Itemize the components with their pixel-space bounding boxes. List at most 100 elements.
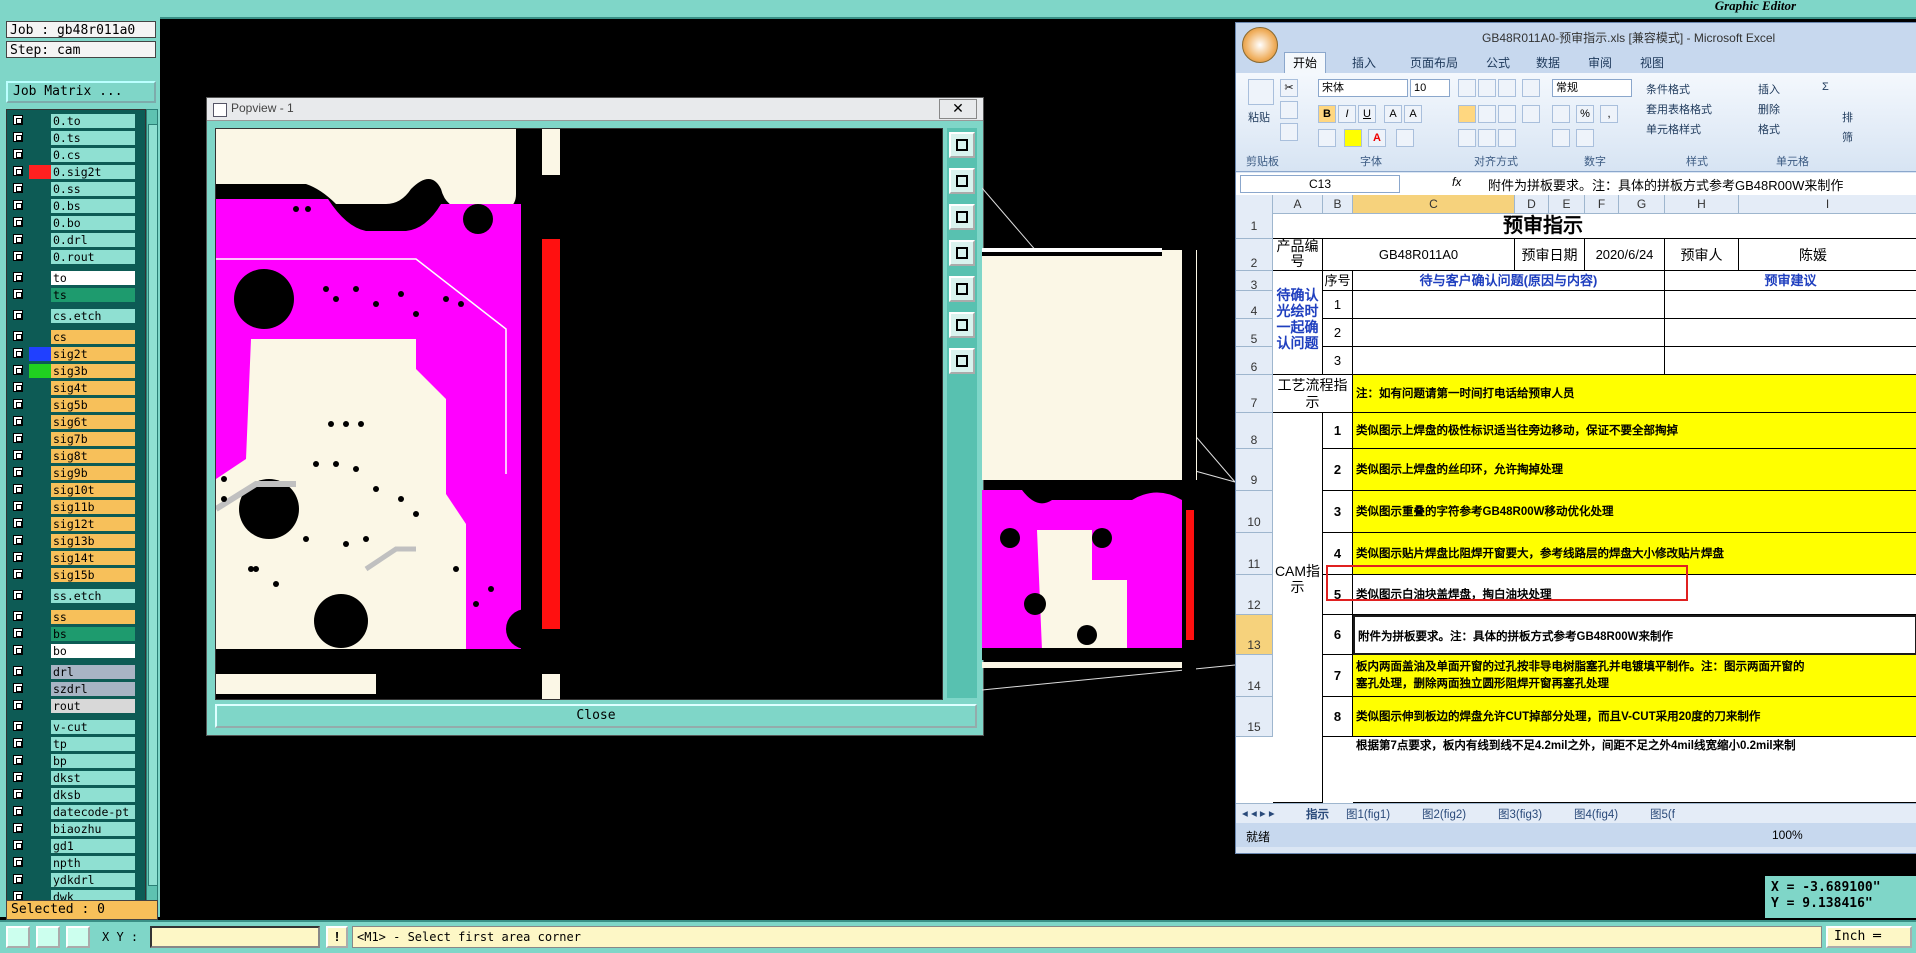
layer-name[interactable]: sig14t [51,551,135,565]
layer-checkbox[interactable] [13,721,23,731]
row-header[interactable]: 4 [1236,291,1273,319]
review-date-value[interactable]: 2020/6/24 [1585,239,1665,271]
layer-color-swatch[interactable] [29,131,51,145]
layer-name[interactable]: sig5b [51,398,135,412]
layer-color-swatch[interactable] [29,822,51,836]
layer-name[interactable]: 0.ts [51,131,135,145]
item-number[interactable]: 3 [1323,491,1353,533]
layer-name[interactable]: 0.sig2t [51,165,135,179]
font-name-select[interactable]: 宋体 [1318,79,1408,97]
column-header[interactable]: I [1739,195,1916,213]
layer-row[interactable]: rout [7,699,145,713]
sheet-tab[interactable]: 图3(fig3) [1498,806,1542,822]
layer-color-swatch[interactable] [29,364,51,378]
layer-checkbox[interactable] [13,399,23,409]
tab-data[interactable]: 数据 [1536,54,1560,71]
layer-color-swatch[interactable] [29,381,51,395]
layer-row[interactable]: drl [7,665,145,679]
layer-row[interactable]: sig3b [7,364,145,378]
product-no-label[interactable]: 产品编号 [1273,239,1323,271]
layer-name[interactable]: ss.etch [51,589,135,603]
insert-cells-button[interactable]: 插入 [1758,81,1780,97]
reviewer-label[interactable]: 预审人 [1665,239,1739,271]
layer-name[interactable]: npth [51,856,135,870]
align-middle-icon[interactable] [1478,79,1496,97]
layer-name[interactable]: szdrl [51,682,135,696]
sheet-tab[interactable]: 图5(f [1650,806,1675,822]
suggest-header[interactable]: 预审建议 [1665,271,1916,291]
pending-cell[interactable] [1353,291,1665,319]
align-right-icon[interactable] [1498,105,1516,123]
name-box[interactable]: C13 [1240,175,1400,193]
layer-name[interactable]: cs [51,330,135,344]
layer-name[interactable]: bs [51,627,135,641]
layer-checkbox[interactable] [13,552,23,562]
pending-cell[interactable] [1353,347,1665,375]
layer-color-swatch[interactable] [29,754,51,768]
layer-checkbox[interactable] [13,738,23,748]
layer-name[interactable]: datecode-pt [51,805,135,819]
table-format-button[interactable]: 套用表格格式 [1646,101,1712,117]
row-header[interactable]: 3 [1236,271,1273,292]
layer-checkbox[interactable] [13,700,23,710]
border-icon[interactable] [1318,129,1336,147]
layer-row[interactable]: sig4t [7,381,145,395]
layer-color-swatch[interactable] [29,500,51,514]
tab-home[interactable]: 开始 [1284,52,1326,74]
tab-review[interactable]: 审阅 [1588,54,1612,71]
layer-checkbox[interactable] [13,115,23,125]
paste-icon[interactable] [1248,79,1274,105]
layer-row[interactable]: 0.sig2t [7,165,145,179]
pan-up-icon[interactable] [949,168,975,194]
layer-row[interactable]: npth [7,856,145,870]
layer-checkbox[interactable] [13,365,23,375]
layer-row[interactable]: 0.to [7,114,145,128]
pending-cell[interactable] [1353,319,1665,347]
layer-row[interactable]: sig13b [7,534,145,548]
layer-row[interactable]: szdrl [7,682,145,696]
layer-color-swatch[interactable] [29,398,51,412]
layer-color-swatch[interactable] [29,432,51,446]
bold-icon[interactable]: B [1318,105,1336,123]
layer-row[interactable]: sig9b [7,466,145,480]
number-format-select[interactable]: 常规 [1552,79,1632,97]
layer-row[interactable]: ss.etch [7,589,145,603]
layer-color-swatch[interactable] [29,182,51,196]
layer-name[interactable]: sig3b [51,364,135,378]
item-number[interactable]: 8 [1323,697,1353,737]
layer-name[interactable]: biaozhu [51,822,135,836]
item-number[interactable]: 7 [1323,655,1353,697]
row-header[interactable]: 12 [1236,575,1273,615]
merge-center-icon[interactable] [1522,105,1540,123]
format-cells-button[interactable]: 格式 [1758,121,1780,137]
conditional-format-button[interactable]: 条件格式 [1646,81,1690,97]
layer-checkbox[interactable] [13,272,23,282]
tab-formulas[interactable]: 公式 [1486,54,1510,71]
layer-color-swatch[interactable] [29,610,51,624]
layer-color-swatch[interactable] [29,250,51,264]
layer-name[interactable]: 0.bs [51,199,135,213]
layer-color-swatch[interactable] [29,627,51,641]
excel-titlebar[interactable]: GB48R011A0-预审指示.xls [兼容模式] - Microsoft E… [1236,23,1916,51]
column-header[interactable]: B [1323,195,1353,213]
measure-icon[interactable] [36,926,60,948]
layer-checkbox[interactable] [13,840,23,850]
format-painter-icon[interactable] [1280,123,1298,141]
underline-icon[interactable]: U [1358,105,1376,123]
layer-color-swatch[interactable] [29,873,51,887]
align-top-icon[interactable] [1458,79,1476,97]
spreadsheet-grid[interactable]: A B C D E F G H I 1 2 3 4 5 6 7 8 9 10 1… [1236,195,1916,803]
increase-decimal-icon[interactable] [1552,129,1570,147]
layer-row[interactable]: 0.drl [7,233,145,247]
sheet-tab[interactable]: 图1(fig1) [1346,806,1390,822]
layer-name[interactable]: sig13b [51,534,135,548]
layer-color-swatch[interactable] [29,682,51,696]
layer-name[interactable]: ss [51,610,135,624]
layer-checkbox[interactable] [13,450,23,460]
grow-font-icon[interactable]: A [1384,105,1402,123]
seq-label[interactable]: 序号 [1323,271,1353,291]
layer-row[interactable]: sig7b [7,432,145,446]
item-text[interactable]: 根据第7点要求，板内有线到线不足4.2mil之外，间距不足之外4mil线宽缩小0… [1353,737,1916,803]
layer-row[interactable]: bs [7,627,145,641]
job-matrix-button[interactable]: Job Matrix ... [6,81,156,103]
